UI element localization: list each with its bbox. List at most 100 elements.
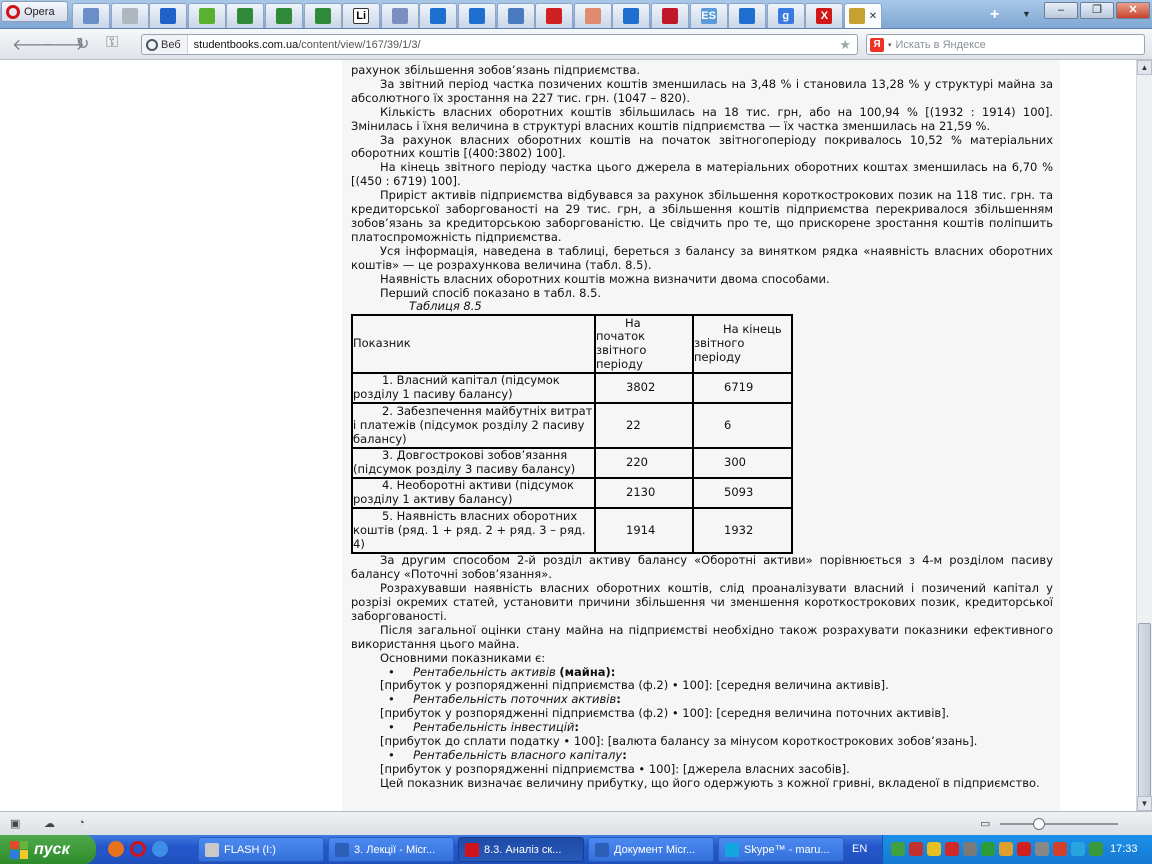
browser-tab[interactable] — [187, 3, 226, 28]
zoom-slider-knob[interactable] — [1033, 818, 1045, 830]
table-row: 2. Забезпечення майбутніх витрат і плате… — [351, 402, 793, 450]
browser-tab[interactable] — [535, 3, 574, 28]
internet-explorer-icon[interactable] — [152, 841, 168, 857]
close-window-button[interactable]: ✕ — [1116, 2, 1150, 19]
scroll-thumb[interactable] — [1138, 623, 1151, 797]
language-indicator[interactable]: EN — [852, 843, 867, 855]
cloud-icon[interactable]: ☁ — [44, 817, 58, 830]
status-bar: ▣ ☁ ◔ ▭ — [0, 811, 1152, 835]
paragraph: Основними показниками є: — [380, 650, 546, 665]
tray-skype-icon[interactable] — [1071, 842, 1085, 856]
browser-tab[interactable] — [380, 3, 419, 28]
browser-tab[interactable] — [496, 3, 535, 28]
tray-alert-icon[interactable] — [1053, 842, 1067, 856]
drive-icon — [205, 842, 219, 857]
formula: [прибуток у розпорядженні підприємства •… — [380, 761, 850, 776]
up-arrow-icon — [739, 8, 756, 24]
new-tab-plus-icon[interactable]: + — [990, 6, 999, 24]
key-icon[interactable]: ⚿ — [106, 34, 118, 52]
tray-nvidia-icon[interactable] — [1089, 842, 1103, 856]
browser-tab[interactable]: X — [805, 3, 844, 28]
opera-icon[interactable] — [130, 841, 146, 857]
value-end: 300 — [692, 447, 793, 480]
browser-tab[interactable]: g — [766, 3, 805, 28]
browser-tab[interactable] — [458, 3, 496, 28]
scroll-down-arrow-icon[interactable]: ▼ — [1137, 796, 1152, 811]
panel-toggle-icon[interactable]: ▣ — [10, 817, 24, 830]
browser-tab[interactable] — [265, 3, 303, 28]
list-item: • Рентабельність активів (майна): — [388, 664, 616, 679]
tray-update-icon[interactable] — [981, 842, 995, 856]
value-start: 1914 — [594, 507, 694, 555]
minimize-button[interactable]: ‒ — [1044, 2, 1078, 19]
value-end: 6 — [692, 402, 793, 450]
tray-gear-icon[interactable] — [1035, 842, 1049, 856]
formula: [прибуток до сплати податку • 100]: [вал… — [380, 734, 978, 749]
scroll-up-arrow-icon[interactable]: ▲ — [1137, 60, 1152, 75]
start-button[interactable]: пуск — [0, 835, 96, 864]
taskbar-button[interactable]: 8.3. Аналіз ск... — [458, 837, 584, 862]
browser-tab[interactable] — [573, 3, 612, 28]
browser-tab[interactable] — [72, 3, 110, 28]
paragraph: Після загальної оцінки стану майна на пі… — [351, 622, 1053, 651]
taskbar-button[interactable]: 3. Лекції - Micr... — [328, 837, 454, 862]
value-start: 2130 — [594, 477, 694, 510]
browser-tab[interactable] — [149, 3, 188, 28]
paragraph: За звітний період частка позичених кошті… — [351, 76, 1053, 105]
article: рахунок збільшення зобов’язань підприємс… — [351, 63, 1053, 791]
browser-tab[interactable] — [110, 3, 149, 28]
tab-list-dropdown-icon[interactable]: ▼ — [1022, 9, 1031, 19]
browser-tab[interactable] — [612, 3, 651, 28]
yandex-icon: Я — [870, 37, 884, 52]
browser-tab[interactable]: ✕ — [844, 3, 882, 28]
header-cell-indicator: Показник — [351, 314, 596, 375]
address-prefix-label: Веб — [161, 38, 181, 51]
tray-network-icon[interactable] — [963, 842, 977, 856]
zoom-slider[interactable] — [1000, 818, 1118, 830]
paragraph: Перший спосіб показано в табл. 8.5. — [380, 285, 602, 300]
row-label: 5. Наявність власних оборотних коштів (р… — [351, 507, 596, 555]
tab-bar: Opera Li ES g X ✕ + ▼ ‒ ❐ ✕ — [0, 0, 1152, 29]
browser-tab[interactable] — [226, 3, 265, 28]
page-icon — [391, 8, 408, 24]
search-placeholder: Искать в Яндексе — [895, 38, 986, 51]
search-dropdown-icon[interactable]: ▾ — [888, 41, 892, 49]
address-badge[interactable]: Веб — [142, 35, 188, 54]
firefox-icon[interactable] — [108, 841, 124, 857]
browser-tab[interactable]: ES — [689, 3, 728, 28]
tray-antivirus-icon[interactable] — [945, 842, 959, 856]
table-row: 4. Необоротні активи (підсумок розділу 1… — [351, 477, 793, 510]
browser-tab[interactable]: Li — [342, 3, 381, 28]
tray-warning-icon[interactable] — [927, 842, 941, 856]
vertical-scrollbar[interactable]: ▲ ▼ — [1136, 60, 1152, 811]
search-field[interactable]: Я ▾ Искать в Яндексе — [866, 34, 1145, 55]
opera-menu-button[interactable]: Opera — [1, 1, 68, 22]
taskbar-button-label: Документ Micr... — [614, 843, 696, 856]
taskbar-button[interactable]: Skype™ - maru... — [718, 837, 844, 862]
browser-tab[interactable] — [303, 3, 342, 28]
chart-icon — [584, 8, 601, 24]
address-field[interactable]: Веб studentbooks.com.ua/content/view/167… — [141, 34, 858, 55]
reload-icon[interactable]: ↻ — [76, 34, 89, 54]
taskbar-button[interactable]: Документ Micr... — [588, 837, 714, 862]
bookmark-star-icon[interactable]: ★ — [839, 37, 851, 53]
restore-button[interactable]: ❐ — [1080, 2, 1114, 19]
browser-tab[interactable] — [651, 3, 689, 28]
opera-logo-icon — [6, 4, 20, 19]
close-tab-icon[interactable]: ✕ — [869, 11, 877, 22]
tray-app-icon[interactable] — [891, 842, 905, 856]
value-end: 1932 — [692, 507, 793, 555]
tray-opera-icon[interactable] — [1017, 842, 1031, 856]
view-icon[interactable]: ▭ — [980, 817, 994, 830]
speed-dial-icon[interactable]: ◔ — [78, 817, 92, 829]
browser-tab[interactable] — [419, 3, 458, 28]
browser-tab[interactable] — [728, 3, 767, 28]
formula: [прибуток у розпорядженні підприємства (… — [380, 706, 950, 721]
value-start: 3802 — [594, 372, 694, 405]
address-url[interactable]: studentbooks.com.ua/content/view/167/39/… — [188, 39, 421, 51]
skype-icon — [725, 842, 739, 857]
tray-shield-icon[interactable] — [909, 842, 923, 856]
tools-icon — [314, 8, 331, 24]
taskbar-button[interactable]: FLASH (I:) — [198, 837, 324, 862]
tray-flash-icon[interactable] — [999, 842, 1013, 856]
